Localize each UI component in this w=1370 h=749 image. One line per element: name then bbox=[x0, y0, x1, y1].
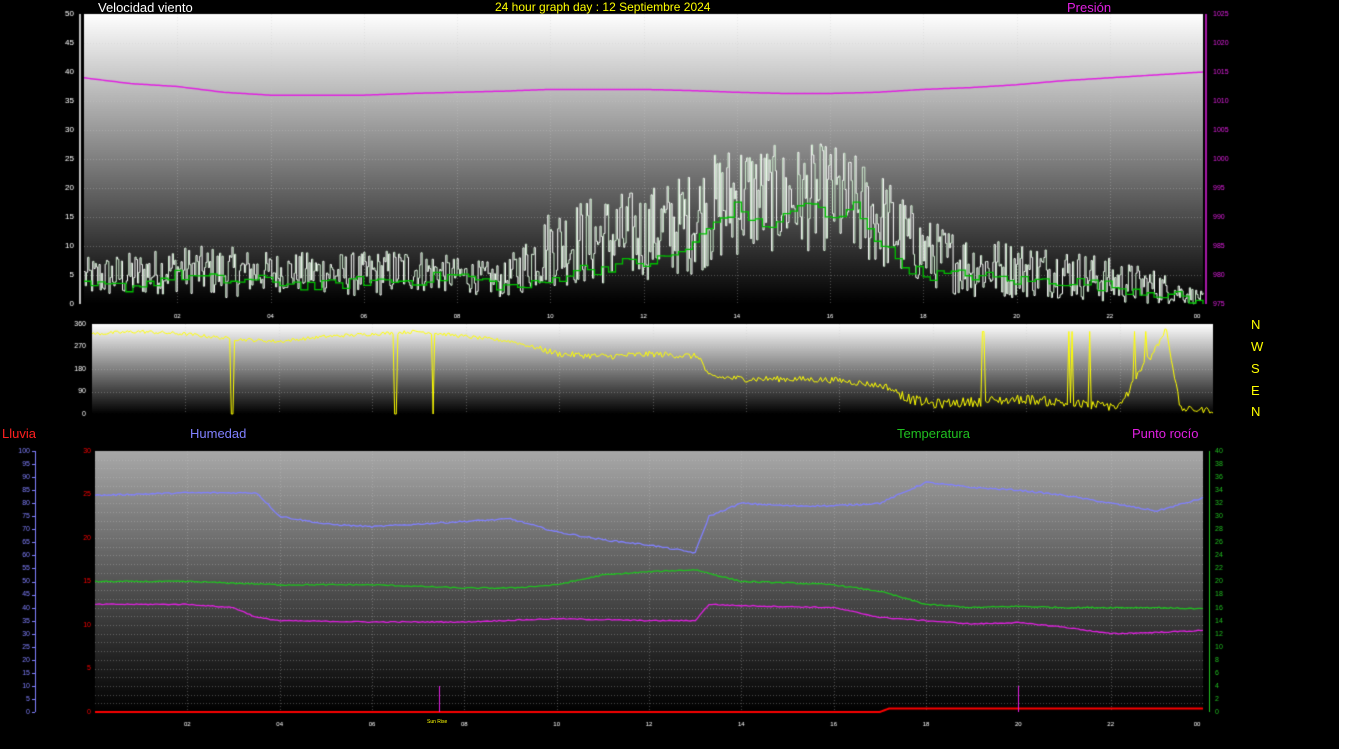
dewpoint-title: Punto rocío bbox=[1132, 426, 1199, 441]
rain-title: Lluvia bbox=[2, 426, 36, 441]
compass-s: S bbox=[1251, 361, 1260, 376]
compass-n-top: N bbox=[1251, 317, 1261, 332]
compass-w: W bbox=[1251, 339, 1264, 354]
temperature-title: Temperatura bbox=[897, 426, 970, 441]
weather-graph-canvas bbox=[0, 0, 1370, 749]
compass-n-bottom: N bbox=[1251, 404, 1261, 419]
pressure-title: Presión bbox=[1067, 0, 1112, 15]
graph-title: 24 hour graph day : 12 Septiembre 2024 bbox=[495, 0, 711, 14]
wind-title: Velocidad viento bbox=[98, 0, 193, 15]
compass-e: E bbox=[1251, 383, 1260, 398]
right-frame bbox=[1339, 0, 1370, 749]
humidity-title: Humedad bbox=[190, 426, 247, 441]
sunrise-label: Sun Rise bbox=[427, 719, 448, 725]
